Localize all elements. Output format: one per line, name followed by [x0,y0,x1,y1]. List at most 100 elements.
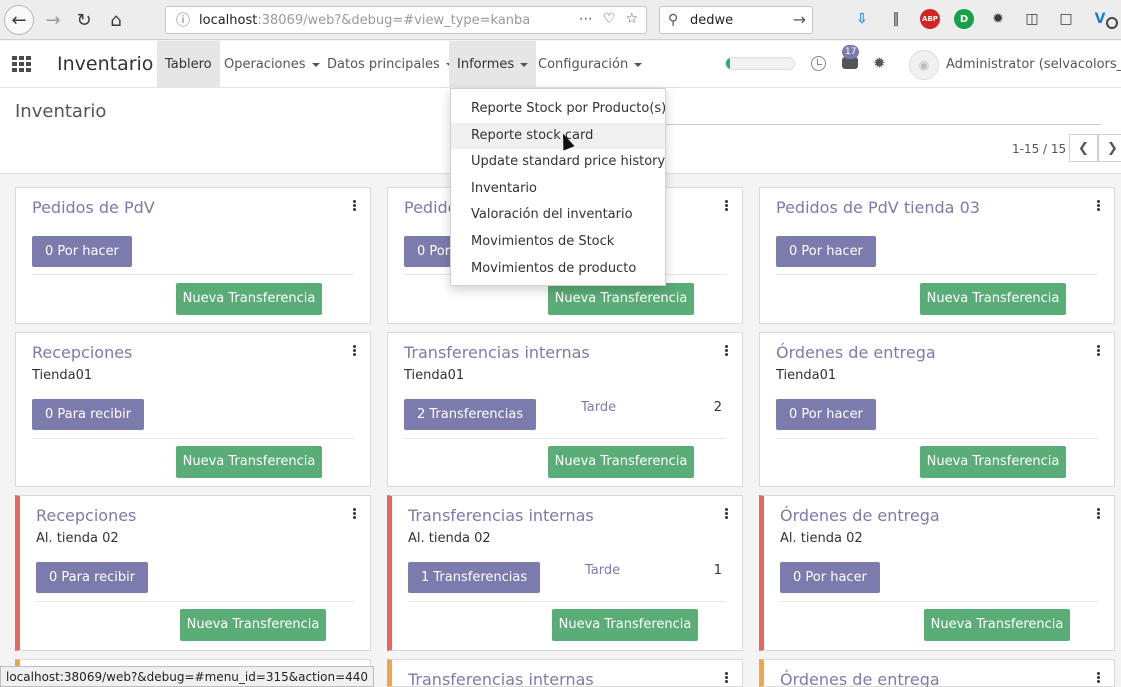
kebab-menu-icon[interactable] [725,345,728,356]
card-subtitle: Tienda01 [776,368,837,383]
menu-item-movimientos-stock[interactable]: Movimientos de Stock [451,229,665,256]
new-transfer-button[interactable]: Nueva Transferencia [924,609,1070,641]
new-transfer-button[interactable]: Nueva Transferencia [176,283,322,315]
card-title[interactable]: Órdenes de entrega [780,506,940,525]
new-transfer-button[interactable]: Nueva Transferencia [920,283,1066,315]
bookmark-star-icon[interactable]: ☆ [625,11,638,27]
address-bar[interactable]: ⓘ localhost:38069/web?&debug=#view_type=… [165,6,647,34]
kanban-card[interactable]: Pedidos de PdV 0 Por hacer Nueva Transfe… [15,187,371,324]
todo-button[interactable]: 0 Para recibir [32,399,145,430]
new-transfer-button[interactable]: Nueva Transferencia [548,283,694,315]
late-link[interactable]: Tarde [585,563,620,578]
card-title[interactable]: Pedidos de PdV tienda 03 [776,198,980,217]
kebab-menu-icon[interactable] [353,345,356,356]
menu-item-reporte-stock-producto[interactable]: Reporte Stock por Producto(s) [451,96,666,123]
search-input[interactable] [665,99,1101,125]
new-transfer-button[interactable]: Nueva Transferencia [180,609,326,641]
todo-button[interactable]: 0 Por hacer [780,562,880,593]
kebab-menu-icon[interactable] [353,200,356,211]
card-title[interactable]: Órdenes de entrega [776,343,936,362]
todo-button[interactable]: 0 Para recibir [36,562,149,593]
todo-button[interactable]: 2 Transferencias [404,399,537,430]
card-title[interactable]: Órdenes de entrega [780,670,940,687]
menu-informes[interactable]: Informes [449,41,537,88]
todo-button[interactable]: 0 Por hacer [776,399,876,430]
browser-search-field[interactable]: ⚲ dedwe → [659,6,813,34]
card-title[interactable]: Recepciones [36,506,136,525]
kanban-card[interactable]: Órdenes de entrega [759,659,1115,687]
new-transfer-button[interactable]: Nueva Transferencia [920,446,1066,478]
user-menu[interactable]: Administrator (selvacolors_11_ [946,57,1121,72]
caret-down-icon [520,62,529,67]
card-title[interactable]: Transferencias internas [408,506,594,525]
pager-value: 1-15 / 15 [1012,142,1067,156]
card-divider [36,601,354,602]
apps-grid-icon[interactable] [12,56,32,72]
search-icon[interactable] [1106,17,1118,29]
todo-button[interactable]: 0 Por hacer [32,236,132,267]
menu-item-inventario[interactable]: Inventario [451,176,665,203]
debug-extension-icon[interactable]: ✹ [988,9,1008,29]
kebab-menu-icon[interactable] [1097,345,1100,356]
card-title[interactable]: Transferencias internas [404,343,590,362]
kanban-card[interactable]: Pedidos de PdV tienda 03 0 Por hacer Nue… [759,187,1115,324]
card-subtitle: Al. tienda 02 [408,531,491,546]
kanban-card[interactable]: Órdenes de entrega Tienda01 0 Por hacer … [759,332,1115,487]
forward-arrow-icon[interactable]: → [38,5,68,35]
card-title[interactable]: Pedidos de PdV [32,198,155,217]
kebab-menu-icon[interactable] [1097,508,1100,519]
kanban-card[interactable]: Recepciones Tienda01 0 Para recibir Nuev… [15,332,371,487]
sidebar-icon[interactable]: ◫ [1022,9,1042,29]
card-title[interactable]: Recepciones [32,343,132,362]
new-transfer-button[interactable]: Nueva Transferencia [548,446,694,478]
link-status-bar: localhost:38069/web?&debug=#menu_id=315&… [0,666,375,687]
kebab-menu-icon[interactable] [353,508,356,519]
menu-item-movimientos-producto[interactable]: Movimientos de producto [451,256,665,283]
camera-icon: ◉ [918,58,930,72]
new-transfer-button[interactable]: Nueva Transferencia [552,609,698,641]
extension-green-icon[interactable]: D [954,9,974,29]
todo-button[interactable]: 0 Por hacer [776,236,876,267]
kebab-menu-icon[interactable] [725,508,728,519]
menu-operaciones[interactable]: Operaciones [216,41,328,88]
card-subtitle: Al. tienda 02 [780,531,863,546]
home-icon[interactable]: ⌂ [101,5,131,35]
late-link[interactable]: Tarde [581,400,616,415]
url-text[interactable]: localhost:38069/web?&debug=#view_type=ka… [199,13,529,28]
pager-next-button[interactable]: ❯ [1098,134,1121,162]
menu-configuracion[interactable]: Configuración [530,41,650,88]
card-title[interactable]: Transferencias internas [408,670,594,687]
pocket-icon[interactable]: ♡ [603,11,616,27]
kanban-card[interactable]: Órdenes de entrega Al. tienda 02 0 Por h… [759,495,1115,651]
library-icon[interactable]: ‖ [886,9,906,29]
kanban-card[interactable]: Transferencias internas [387,659,743,687]
kebab-menu-icon[interactable] [1097,200,1100,211]
screenshot-icon[interactable]: □ [1056,9,1076,29]
reload-icon[interactable]: ↻ [69,5,99,35]
kanban-card[interactable]: Transferencias internas Al. tienda 02 1 … [387,495,743,651]
bug-icon[interactable]: ✹ [873,54,886,72]
kebab-menu-icon[interactable] [725,672,728,683]
back-arrow-icon[interactable]: ← [4,5,34,35]
menu-item-update-price-history[interactable]: Update standard price history [451,149,665,176]
kebab-menu-icon[interactable] [1097,672,1100,683]
clock-icon[interactable] [811,56,826,71]
card-divider [776,274,1098,275]
page-actions-icon[interactable]: ⋯ [579,11,593,27]
search-go-arrow-icon[interactable]: → [793,10,806,29]
todo-button[interactable]: 1 Transferencias [408,562,541,593]
card-subtitle: Tienda01 [404,368,465,383]
menu-datos-principales[interactable]: Datos principales [319,41,462,88]
kanban-card[interactable]: Transferencias internas Tienda01 2 Trans… [387,332,743,487]
pager-previous-button[interactable]: ❮ [1069,134,1098,162]
adblock-icon[interactable]: ABP [920,9,940,29]
download-icon[interactable]: ⇩ [852,9,872,29]
search-value[interactable]: dedwe [690,13,733,28]
menu-tablero[interactable]: Tablero [157,41,220,88]
kebab-menu-icon[interactable] [725,200,728,211]
new-transfer-button[interactable]: Nueva Transferencia [176,446,322,478]
info-icon[interactable]: ⓘ [174,11,192,29]
kanban-card[interactable]: Recepciones Al. tienda 02 0 Para recibir… [15,495,371,651]
menu-item-valoracion-inventario[interactable]: Valoración del inventario [451,202,665,229]
avatar[interactable]: ◉ [909,50,939,80]
